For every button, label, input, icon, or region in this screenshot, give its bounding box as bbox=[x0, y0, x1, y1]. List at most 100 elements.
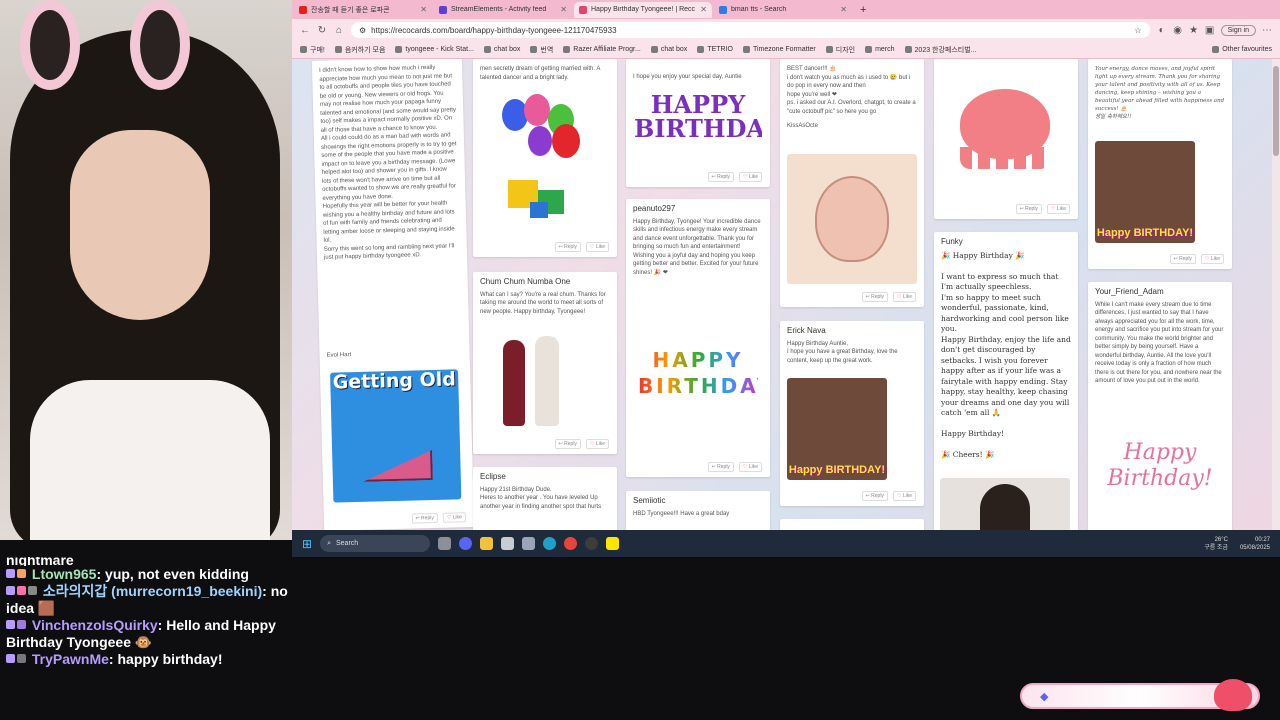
close-icon[interactable]: ✕ bbox=[420, 5, 427, 14]
reply-button[interactable]: Reply bbox=[1015, 203, 1042, 214]
reply-button[interactable]: Reply bbox=[554, 241, 581, 252]
dancing-couple-gif bbox=[487, 334, 577, 430]
like-button[interactable]: Like bbox=[585, 241, 609, 252]
card-octopus-sticker: Reply Like bbox=[934, 59, 1078, 219]
extension-icon[interactable]: ◐ bbox=[1157, 25, 1167, 36]
close-icon[interactable]: ✕ bbox=[560, 5, 567, 14]
windows-start-icon[interactable]: ⊞ bbox=[302, 537, 312, 551]
bookmarks-bar: 구매! 음커하기 모음 tyongeee - Kick Stat... chat… bbox=[292, 41, 1280, 59]
recocards-icon bbox=[579, 5, 587, 14]
scrollbar-thumb[interactable] bbox=[1273, 66, 1279, 156]
new-tab-button[interactable]: + bbox=[854, 4, 872, 16]
clock[interactable]: 00:27 05/08/2025 bbox=[1240, 536, 1270, 552]
card-energy-note: Your energy, dance moves, and joyful spi… bbox=[1088, 59, 1232, 269]
kakaotalk-icon[interactable] bbox=[606, 537, 620, 550]
like-button[interactable]: Like bbox=[738, 461, 762, 472]
favorites-icon[interactable]: ★ bbox=[1189, 25, 1199, 36]
reply-button[interactable]: Reply bbox=[861, 291, 888, 302]
happy-birthday-gif: Happy BIRTHDAY! bbox=[787, 378, 887, 480]
chrome-icon[interactable] bbox=[564, 537, 578, 550]
home-icon[interactable]: ⌂ bbox=[334, 25, 344, 36]
weather-temp: 26°C bbox=[1214, 536, 1228, 543]
tab-streamelements[interactable]: StreamElements - Activity feed ✕ bbox=[434, 2, 572, 18]
bookmark-item[interactable]: chat box bbox=[650, 46, 687, 53]
bookmark-item[interactable]: chat box bbox=[483, 46, 521, 53]
tab-recocards[interactable]: Happy Birthday Tyongeee! | Recc ✕ bbox=[574, 1, 712, 18]
bookmark-item[interactable]: 디자인 bbox=[825, 45, 855, 55]
card-author: Your_Friend_Adam bbox=[1095, 287, 1164, 296]
sign-in-button[interactable]: Sign in bbox=[1220, 24, 1256, 36]
like-button[interactable]: Like bbox=[892, 291, 916, 302]
search-icon bbox=[719, 5, 727, 14]
chat-separator: : bbox=[96, 566, 106, 582]
octopus-mascot-icon bbox=[1214, 679, 1252, 711]
back-icon[interactable]: ← bbox=[300, 25, 310, 36]
address-bar[interactable]: ⚙ https://recocards.com/board/happy-birt… bbox=[351, 22, 1150, 38]
bookmark-item[interactable]: Timezone Formatter bbox=[742, 46, 816, 53]
streamer-shirt bbox=[30, 380, 270, 540]
bookmark-item[interactable]: Razer Affiliate Progr... bbox=[563, 46, 641, 53]
close-icon[interactable]: ✕ bbox=[700, 5, 707, 14]
star-icon[interactable]: ☆ bbox=[1134, 26, 1141, 35]
card-author: Erick Nava bbox=[787, 326, 826, 335]
bookmark-item[interactable]: tyongeee - Kick Stat... bbox=[395, 46, 474, 53]
bookmark-label: 2023 한강페스티벌... bbox=[914, 46, 977, 54]
close-icon[interactable]: ✕ bbox=[840, 5, 847, 14]
badge-icon bbox=[17, 620, 26, 629]
file-explorer-icon[interactable] bbox=[480, 537, 494, 550]
bookmark-item[interactable]: merch bbox=[865, 46, 895, 53]
card-octobuffs-letter: I didn't know how to show how much i rea… bbox=[311, 59, 475, 530]
bookmark-item[interactable]: 번역 bbox=[530, 45, 553, 55]
like-button[interactable]: Like bbox=[1046, 203, 1070, 214]
like-button[interactable]: Like bbox=[1200, 253, 1224, 264]
reply-button[interactable]: Reply bbox=[554, 438, 581, 449]
search-icon: ⌕ bbox=[327, 539, 331, 547]
reply-button[interactable]: Reply bbox=[1169, 253, 1196, 264]
edge-icon[interactable] bbox=[543, 537, 557, 550]
task-view-icon[interactable] bbox=[438, 537, 452, 550]
chat-separator: : bbox=[157, 617, 167, 633]
calculator-icon[interactable] bbox=[501, 537, 515, 550]
bookmark-item[interactable]: TETRIO bbox=[697, 46, 733, 53]
like-button[interactable]: Like bbox=[585, 438, 609, 449]
card-signature: Evol Hart bbox=[326, 352, 352, 359]
other-favourites[interactable]: Other favourites bbox=[1212, 46, 1272, 53]
refresh-icon[interactable]: ↻ bbox=[317, 25, 327, 36]
bookmark-label: chat box bbox=[493, 46, 521, 53]
like-button[interactable]: Like bbox=[738, 171, 762, 182]
chat-username[interactable]: VinchenzoIsQuirky bbox=[32, 617, 158, 633]
tetrio-icon bbox=[697, 46, 705, 53]
bookmark-label: Other favourites bbox=[1222, 46, 1272, 53]
like-button[interactable]: Like bbox=[442, 511, 466, 523]
card-auntie-birthday: I hope you enjoy your special day, Aunti… bbox=[626, 59, 770, 187]
taskbar-search[interactable]: ⌕ Search bbox=[320, 535, 431, 552]
chat-username[interactable]: 소라의지갑 (murrecorn19_beekini) bbox=[43, 583, 262, 599]
like-button[interactable]: Like bbox=[892, 490, 916, 501]
chat-message: Ltown965: yup, not even kidding bbox=[6, 566, 294, 583]
reply-button[interactable]: Reply bbox=[411, 512, 438, 524]
chat-username[interactable]: TryPawnMe bbox=[32, 651, 109, 667]
bookmark-item[interactable]: 2023 한강페스티벌... bbox=[904, 45, 977, 55]
obs-icon[interactable] bbox=[585, 537, 599, 550]
weather-widget[interactable]: 26°C 구름 조금 bbox=[1204, 536, 1228, 552]
tab-bing-search[interactable]: bman tts - Search ✕ bbox=[714, 2, 852, 18]
site-info-icon[interactable]: ⚙ bbox=[359, 26, 366, 35]
bookmark-item[interactable]: 음커하기 모음 bbox=[334, 45, 385, 55]
happy-birthday-gif: HAPPY BIRTHDAY bbox=[634, 89, 762, 161]
extension-icon[interactable]: ◉ bbox=[1173, 25, 1183, 36]
card-author: Chum Chum Numba One bbox=[480, 277, 571, 286]
reply-button[interactable]: Reply bbox=[707, 461, 734, 472]
card-message: HBD Tyongeee!!! Have a great bday bbox=[633, 510, 730, 517]
reply-button[interactable]: Reply bbox=[861, 490, 888, 501]
card-message: I hope you enjoy your special day, Aunti… bbox=[633, 74, 742, 80]
tab-youtube[interactable]: 잔송할 때 듣기 좋은 로파콘 ✕ bbox=[294, 2, 432, 18]
chat-username[interactable]: Ltown965 bbox=[32, 566, 97, 582]
more-icon[interactable]: ⋯ bbox=[1262, 25, 1272, 36]
app-icon[interactable] bbox=[522, 537, 536, 550]
tab-label: bman tts - Search bbox=[731, 6, 787, 13]
card-actions: Reply Like bbox=[707, 171, 762, 182]
discord-app-icon[interactable] bbox=[459, 537, 473, 550]
collections-icon[interactable]: ▣ bbox=[1205, 25, 1215, 36]
reply-button[interactable]: Reply bbox=[707, 171, 734, 182]
bookmark-item[interactable]: 구매! bbox=[300, 45, 325, 55]
